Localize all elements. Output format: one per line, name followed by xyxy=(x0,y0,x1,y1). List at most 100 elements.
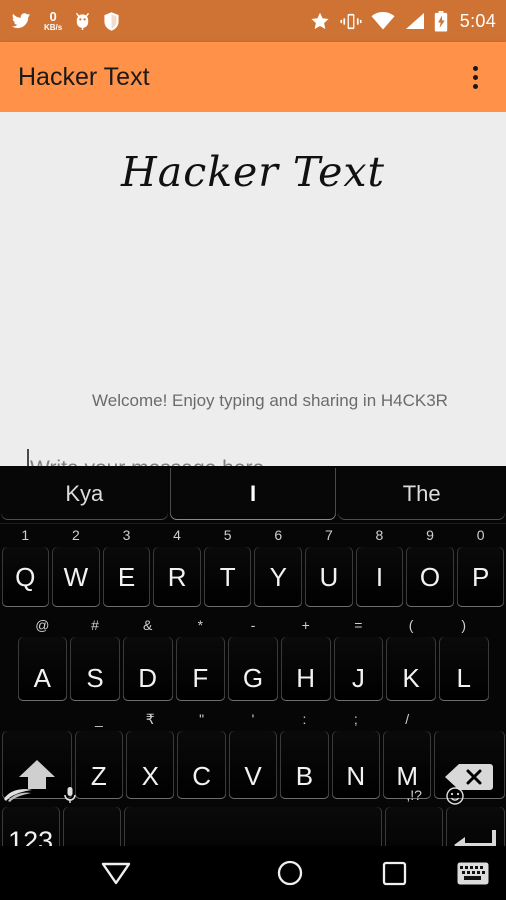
key-label: U xyxy=(319,562,338,593)
key-hint: # xyxy=(70,617,120,633)
battery-charging-icon xyxy=(434,11,448,32)
key-s[interactable]: #S xyxy=(70,637,120,701)
keyboard-switcher-icon xyxy=(457,862,489,885)
key-label: Z xyxy=(91,761,107,792)
keyboard-row-3: _Z ₹X "C 'V :B ;N /M xyxy=(0,728,506,804)
overflow-dot xyxy=(473,66,478,71)
nav-recents-button[interactable] xyxy=(348,861,440,886)
message-input-container xyxy=(0,442,506,466)
overflow-dot xyxy=(473,75,478,80)
message-input[interactable] xyxy=(28,446,410,466)
key-e[interactable]: 3E xyxy=(103,547,151,607)
key-hint: / xyxy=(383,711,431,727)
key-y[interactable]: 6Y xyxy=(254,547,302,607)
key-label: X xyxy=(142,761,159,792)
key-hint: 2 xyxy=(52,527,100,543)
on-screen-keyboard: Kya I The 1Q 2W 3E 4R 5T 6Y 7U 8I 9O 0P … xyxy=(0,466,506,846)
shield-icon xyxy=(103,11,120,32)
key-label: E xyxy=(118,562,135,593)
key-hint: = xyxy=(334,617,384,633)
key-label: D xyxy=(138,663,157,694)
key-backspace[interactable] xyxy=(434,731,504,799)
main-content: Hacker Text Welcome! Enjoy typing and sh… xyxy=(0,112,506,466)
key-hint: ) xyxy=(439,617,489,633)
key-v[interactable]: 'V xyxy=(229,731,277,799)
key-hint: ; xyxy=(332,711,380,727)
key-g[interactable]: -G xyxy=(228,637,278,701)
key-p[interactable]: 0P xyxy=(457,547,505,607)
overflow-menu-icon[interactable] xyxy=(462,59,488,95)
key-t[interactable]: 5T xyxy=(204,547,252,607)
status-bar-right-icons: 5:04 xyxy=(309,11,496,32)
key-i[interactable]: 8I xyxy=(356,547,404,607)
key-d[interactable]: &D xyxy=(123,637,173,701)
key-label: R xyxy=(168,562,187,593)
key-label: F xyxy=(192,663,208,694)
key-h[interactable]: +H xyxy=(281,637,331,701)
suggestion-bar: Kya I The xyxy=(0,466,506,524)
key-hint: + xyxy=(281,617,331,633)
signal-icon xyxy=(404,12,425,30)
key-hint: : xyxy=(280,711,328,727)
key-b[interactable]: :B xyxy=(280,731,328,799)
page-title: Hacker Text xyxy=(18,63,462,92)
key-hint: * xyxy=(176,617,226,633)
key-hint: 4 xyxy=(153,527,201,543)
key-shift[interactable] xyxy=(2,731,72,799)
key-hint: " xyxy=(177,711,225,727)
vibrate-icon xyxy=(340,12,362,31)
key-hint: 8 xyxy=(356,527,404,543)
recents-icon xyxy=(382,861,407,886)
key-label: S xyxy=(86,663,103,694)
key-j[interactable]: =J xyxy=(334,637,384,701)
key-k[interactable]: (K xyxy=(386,637,436,701)
key-label: I xyxy=(376,562,383,593)
key-label: Y xyxy=(270,562,287,593)
key-u[interactable]: 7U xyxy=(305,547,353,607)
key-label: W xyxy=(64,562,89,593)
star-icon xyxy=(309,11,331,32)
key-f[interactable]: *F xyxy=(176,637,226,701)
key-hint: 5 xyxy=(204,527,252,543)
key-hint: ( xyxy=(386,617,436,633)
back-hide-keyboard-icon xyxy=(100,860,132,886)
nav-back-button[interactable] xyxy=(0,860,232,886)
key-n[interactable]: ;N xyxy=(332,731,380,799)
overflow-dot xyxy=(473,84,478,89)
key-label: P xyxy=(472,562,489,593)
wifi-icon xyxy=(371,12,395,30)
suggestion-item[interactable]: Kya xyxy=(1,468,168,520)
net-speed-value: 0 xyxy=(50,10,57,23)
app-bar: Hacker Text xyxy=(0,42,506,112)
key-hint: 7 xyxy=(305,527,353,543)
home-icon xyxy=(276,859,304,887)
key-c[interactable]: "C xyxy=(177,731,225,799)
key-m[interactable]: /M xyxy=(383,731,431,799)
key-x[interactable]: ₹X xyxy=(126,731,174,799)
key-hint: 9 xyxy=(406,527,454,543)
key-l[interactable]: )L xyxy=(439,637,489,701)
key-a[interactable]: @A xyxy=(18,637,68,701)
nav-home-button[interactable] xyxy=(232,859,348,887)
shift-arrow-icon xyxy=(15,758,59,792)
key-label: O xyxy=(420,562,440,593)
key-o[interactable]: 9O xyxy=(406,547,454,607)
keyboard-row-1: 1Q 2W 3E 4R 5T 6Y 7U 8I 9O 0P xyxy=(0,544,506,612)
suggestion-item[interactable]: I xyxy=(170,468,337,520)
key-hint: 3 xyxy=(103,527,151,543)
key-z[interactable]: _Z xyxy=(75,731,123,799)
twitter-icon xyxy=(10,11,32,31)
key-label: B xyxy=(296,761,313,792)
nav-keyboard-switch-button[interactable] xyxy=(440,862,506,885)
key-label: J xyxy=(352,663,365,694)
key-r[interactable]: 4R xyxy=(153,547,201,607)
key-label: M xyxy=(396,761,418,792)
key-hint: ' xyxy=(229,711,277,727)
key-w[interactable]: 2W xyxy=(52,547,100,607)
key-label: A xyxy=(34,663,51,694)
key-q[interactable]: 1Q xyxy=(2,547,50,607)
key-hint: - xyxy=(228,617,278,633)
key-hint: & xyxy=(123,617,173,633)
key-hint: @ xyxy=(18,617,68,633)
suggestion-item[interactable]: The xyxy=(338,468,505,520)
